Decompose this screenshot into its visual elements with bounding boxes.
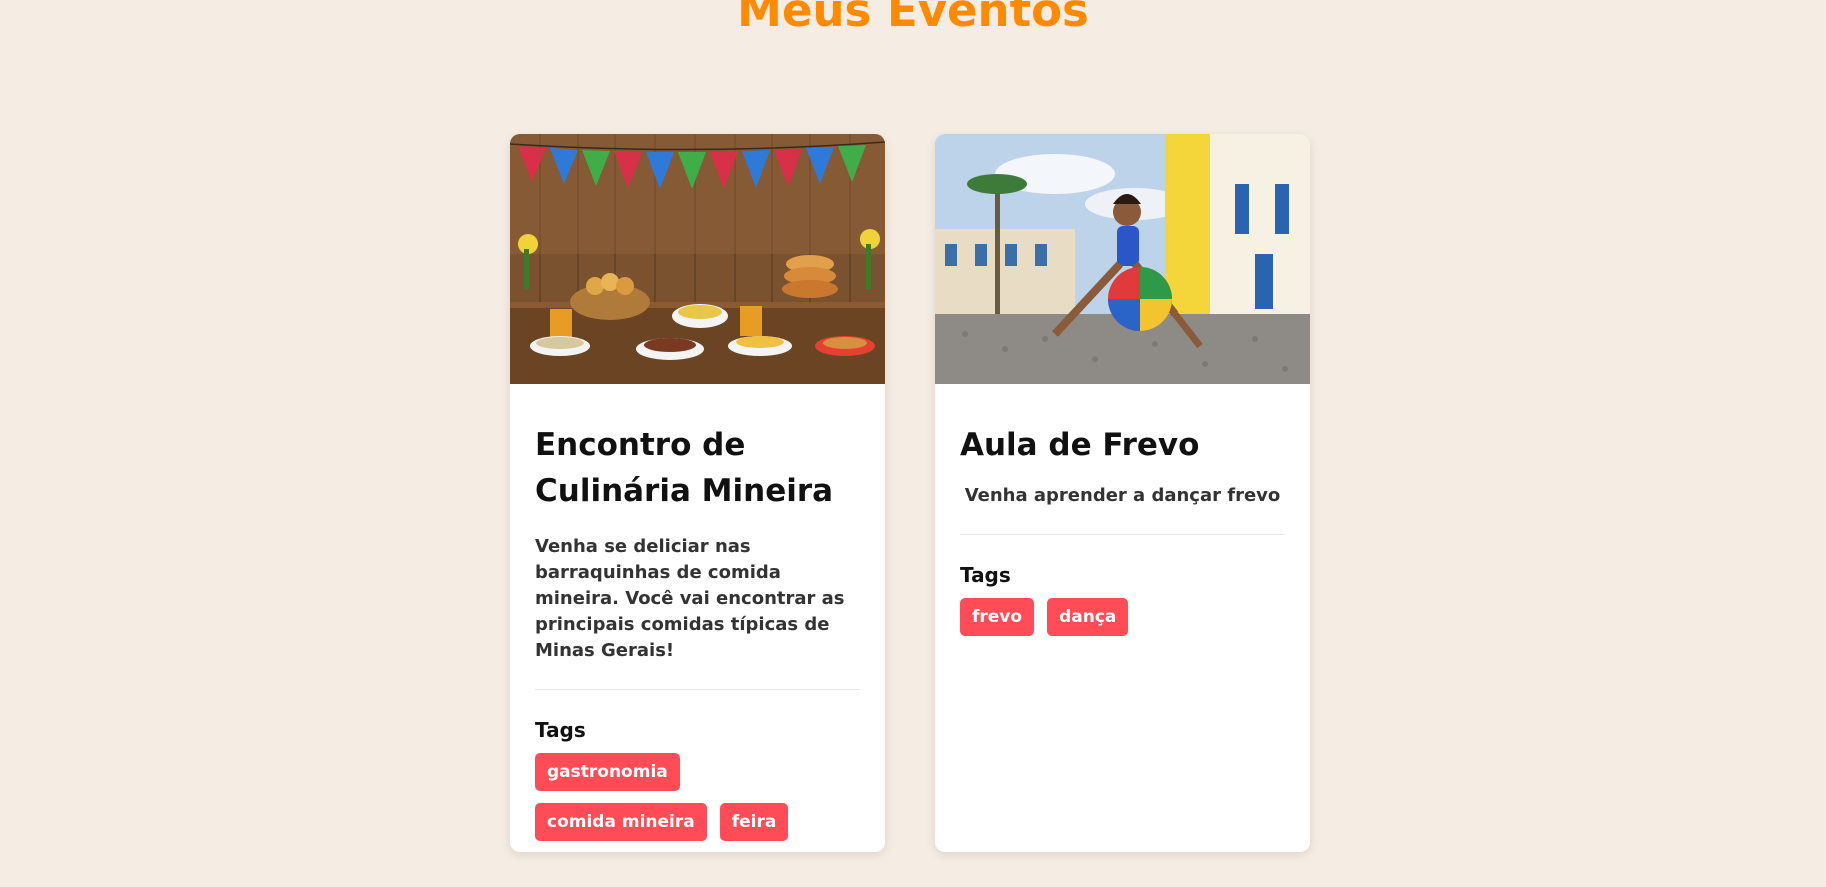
tag-list: frevo dança: [960, 598, 1285, 636]
event-description: Venha aprender a dançar frevo: [964, 485, 1281, 506]
event-card-body: Encontro de Culinária Mineira Venha se d…: [510, 384, 885, 852]
tags-heading: Tags: [535, 718, 586, 742]
event-card-body: Aula de Frevo Venha aprender a dançar fr…: [935, 384, 1310, 656]
event-card[interactable]: Aula de Frevo Venha aprender a dançar fr…: [935, 134, 1310, 852]
event-description: Venha se deliciar nas barraquinhas de co…: [535, 536, 845, 661]
tag-frevo[interactable]: frevo: [960, 598, 1035, 636]
tag-danca[interactable]: dança: [1047, 598, 1129, 636]
tag-feira[interactable]: feira: [719, 803, 789, 841]
tags-heading: Tags: [960, 563, 1011, 587]
tag-list: gastronomia comida mineira feira: [535, 753, 860, 841]
event-card-list: Encontro de Culinária Mineira Venha se d…: [510, 134, 1310, 852]
event-image-food-festival: [510, 134, 885, 384]
page: Meus Eventos Encontro de Culinária Minei…: [0, 0, 1826, 887]
divider: [535, 689, 860, 690]
event-image-frevo-dancer: [935, 134, 1310, 384]
divider: [960, 534, 1285, 535]
tag-gastronomia[interactable]: gastronomia: [535, 753, 680, 791]
event-title: Aula de Frevo: [960, 427, 1200, 463]
tag-comida-mineira[interactable]: comida mineira: [535, 803, 707, 841]
event-card[interactable]: Encontro de Culinária Mineira Venha se d…: [510, 134, 885, 852]
page-title: Meus Eventos: [737, 0, 1089, 37]
event-title: Encontro de Culinária Mineira: [535, 427, 834, 509]
